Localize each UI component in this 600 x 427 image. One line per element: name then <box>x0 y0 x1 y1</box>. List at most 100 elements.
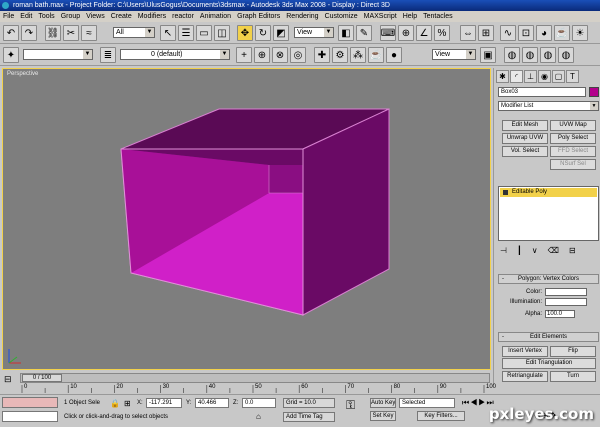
unlink-icon[interactable]: ✂ <box>63 25 79 41</box>
select-by-name-icon[interactable]: ☰ <box>178 25 194 41</box>
make-unique-icon[interactable]: ∨ <box>532 246 538 255</box>
vol-select-button[interactable]: Vol. Select <box>502 146 548 157</box>
motion-tab-icon[interactable]: ◉ <box>538 70 551 83</box>
object-color-swatch[interactable] <box>589 87 599 97</box>
keyboard-shortcut-icon[interactable]: ⌨ <box>380 25 396 41</box>
remove-modifier-icon[interactable]: ⌫ <box>548 246 559 255</box>
menu-reactor[interactable]: reactor <box>172 11 194 22</box>
particle-icon[interactable]: ⁂ <box>350 47 366 63</box>
render-frame-icon[interactable]: ▣ <box>480 47 496 63</box>
reactor-rigid-icon[interactable]: ◍ <box>504 47 520 63</box>
align-icon[interactable]: ⊞ <box>478 25 494 41</box>
reactor-rope-icon[interactable]: ◍ <box>558 47 574 63</box>
curve-editor-icon[interactable]: ∿ <box>500 25 516 41</box>
select-object-icon[interactable]: ↖ <box>160 25 176 41</box>
hierarchy-tab-icon[interactable]: ⊥ <box>524 70 537 83</box>
create-tab-icon[interactable]: ✱ <box>496 70 509 83</box>
time-slider[interactable]: 0 / 100 <box>20 373 490 383</box>
time-tag-icon[interactable]: ⌂ <box>256 412 261 421</box>
alpha-input[interactable]: 100.0 <box>545 310 575 318</box>
render-setup-icon[interactable]: ☕ <box>554 25 570 41</box>
menu-group[interactable]: Group <box>61 11 80 22</box>
reactor-cloth-icon[interactable]: ◍ <box>522 47 538 63</box>
create-layer-icon[interactable]: + <box>236 47 252 63</box>
add-to-layer-icon[interactable]: ⊕ <box>254 47 270 63</box>
menu-views[interactable]: Views <box>86 11 105 22</box>
maxscript-mini-listener[interactable] <box>2 411 58 422</box>
layer-dropdown[interactable]: 0 (default) <box>120 49 230 60</box>
select-layer-objects-icon[interactable]: ⊗ <box>272 47 288 63</box>
lock-selection-icon[interactable]: 🔒 <box>110 399 120 408</box>
absolute-mode-icon[interactable]: ⊞ <box>124 399 131 408</box>
angle-snap-icon[interactable]: ∠ <box>416 25 432 41</box>
app-icon[interactable] <box>2 2 9 9</box>
snaps-toggle-icon[interactable]: ⊕ <box>398 25 414 41</box>
retriangulate-button[interactable]: Retriangulate <box>502 371 548 382</box>
color-spheres-icon[interactable]: ● <box>386 47 402 63</box>
percent-snap-icon[interactable]: % <box>434 25 450 41</box>
auto-key-button[interactable]: Auto Key <box>370 398 396 408</box>
modifier-list-dropdown[interactable]: Modifier List <box>498 101 599 111</box>
select-and-rotate-icon[interactable]: ↻ <box>255 25 271 41</box>
utilities-tab-icon[interactable]: T <box>566 70 579 83</box>
ffd-select-button[interactable]: FFD Select <box>550 146 596 157</box>
menu-file[interactable]: File <box>3 11 14 22</box>
key-filters-button[interactable]: Key Filters... <box>417 411 465 421</box>
vertex-color-swatch[interactable] <box>545 288 587 296</box>
menu-animation[interactable]: Animation <box>200 11 231 22</box>
maxscript-listener[interactable] <box>2 397 58 408</box>
add-time-tag-button[interactable]: Add Time Tag <box>283 412 335 422</box>
select-and-manipulate-icon[interactable]: ✎ <box>356 25 372 41</box>
z-coordinate-field[interactable]: 0.0 <box>242 398 276 408</box>
rollout-vertex-colors-header[interactable]: Polygon: Vertex Colors <box>498 274 599 284</box>
menu-graph-editors[interactable]: Graph Editors <box>237 11 280 22</box>
reactor-icon[interactable]: ⚙ <box>332 47 348 63</box>
schematic-view-icon[interactable]: ⊡ <box>518 25 534 41</box>
menu-tentacles[interactable]: Tentacles <box>423 11 453 22</box>
pin-stack-icon[interactable]: ⊣ <box>500 246 507 255</box>
flip-button[interactable]: Flip <box>550 346 596 357</box>
turn-button[interactable]: Turn <box>550 371 596 382</box>
object-name-field[interactable]: Box03 <box>498 87 586 97</box>
menu-help[interactable]: Help <box>403 11 417 22</box>
redo-icon[interactable]: ↷ <box>21 25 37 41</box>
select-and-link-icon[interactable]: ⛓ <box>45 25 61 41</box>
illumination-swatch[interactable] <box>545 298 587 306</box>
selection-filter-dropdown[interactable]: All <box>113 27 155 38</box>
rollout-edit-elements-header[interactable]: Edit Elements <box>498 332 599 342</box>
poly-select-button[interactable]: Poly Select <box>550 133 596 144</box>
edit-mesh-button[interactable]: Edit Mesh <box>502 120 548 131</box>
edit-triangulation-button[interactable]: Edit Triangulation <box>502 358 596 369</box>
configure-sets-icon[interactable]: ⊟ <box>569 246 576 255</box>
display-tab-icon[interactable]: ▢ <box>552 70 565 83</box>
y-coordinate-field[interactable]: 40.466 <box>195 398 229 408</box>
menu-create[interactable]: Create <box>111 11 132 22</box>
reference-coordinate-dropdown[interactable]: View <box>294 27 334 38</box>
time-slider-thumb[interactable]: 0 / 100 <box>22 374 62 382</box>
rectangular-selection-icon[interactable]: ▭ <box>196 25 212 41</box>
menu-edit[interactable]: Edit <box>20 11 32 22</box>
select-and-scale-icon[interactable]: ◩ <box>273 25 289 41</box>
set-key-button[interactable]: Set Key <box>370 411 396 421</box>
perspective-viewport[interactable]: Perspective <box>2 68 491 370</box>
show-end-result-icon[interactable]: ┃ <box>517 246 522 255</box>
teapot-icon[interactable]: ☕ <box>368 47 384 63</box>
uvw-map-button[interactable]: UVW Map <box>550 120 596 131</box>
menu-modifiers[interactable]: Modifiers <box>138 11 166 22</box>
menu-tools[interactable]: Tools <box>38 11 54 22</box>
modifier-stack[interactable]: Editable Poly <box>498 186 599 241</box>
menu-maxscript[interactable]: MAXScript <box>364 11 397 22</box>
named-selection-dropdown[interactable] <box>23 49 93 60</box>
selected-dropdown[interactable]: Selected <box>399 398 455 408</box>
select-and-move-icon[interactable]: ✥ <box>237 25 253 41</box>
quick-render-icon[interactable]: ☀ <box>572 25 588 41</box>
x-coordinate-field[interactable]: -117.291 <box>146 398 182 408</box>
set-current-layer-icon[interactable]: ◎ <box>290 47 306 63</box>
stack-item-editable-poly[interactable]: Editable Poly <box>500 188 597 197</box>
nsurf-sel-button[interactable]: NSurf Sel <box>550 159 596 170</box>
insert-vertex-button[interactable]: Insert Vertex <box>502 346 548 357</box>
named-selection-icon[interactable]: ✦ <box>3 47 19 63</box>
layer-manager-icon[interactable]: ≣ <box>100 47 116 63</box>
box-object[interactable] <box>3 69 491 370</box>
bind-space-warp-icon[interactable]: ≈ <box>81 25 97 41</box>
